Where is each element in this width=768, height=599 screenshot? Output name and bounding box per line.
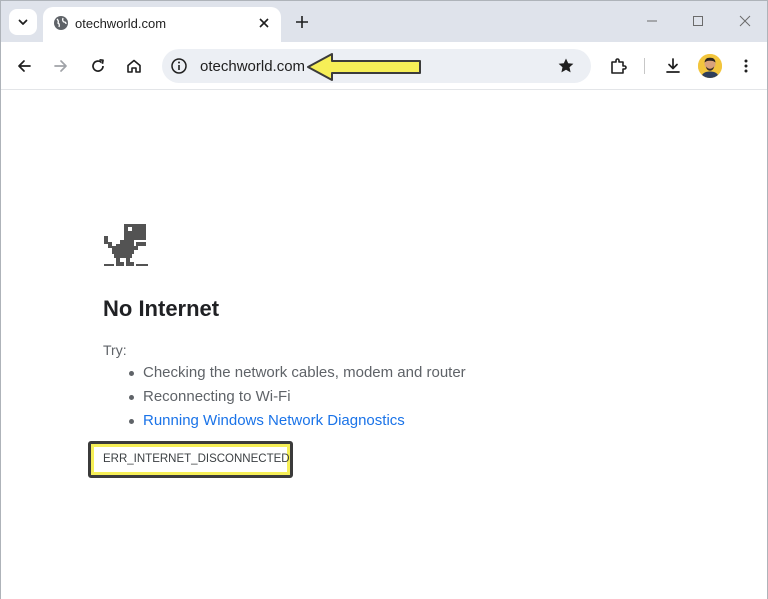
- tab-active[interactable]: otechworld.com: [43, 7, 281, 42]
- suggestions-list: Checking the network cables, modem and r…: [125, 363, 466, 435]
- downloads-button[interactable]: [661, 54, 685, 78]
- reload-icon: [92, 58, 104, 72]
- url-text[interactable]: otechworld.com: [200, 58, 305, 75]
- star-icon[interactable]: [556, 56, 576, 76]
- back-arrow-icon: [18, 60, 31, 72]
- list-item: Checking the network cables, modem and r…: [125, 363, 466, 387]
- error-title: No Internet: [103, 296, 220, 321]
- list-item: Running Windows Network Diagnostics: [125, 411, 466, 435]
- network-diagnostics-link[interactable]: Running Windows Network Diagnostics: [143, 412, 405, 429]
- info-icon[interactable]: [170, 57, 188, 75]
- tab-title: otechworld.com: [75, 16, 167, 31]
- error-code: ERR_INTERNET_DISCONNECTED: [94, 447, 290, 472]
- extensions-button[interactable]: [606, 54, 630, 78]
- maximize-button[interactable]: [688, 11, 708, 31]
- maximize-icon: [693, 16, 703, 26]
- extensions-icon: [611, 58, 627, 74]
- avatar[interactable]: [698, 54, 722, 78]
- more-vert-icon: [744, 59, 748, 73]
- forward-arrow-icon: [54, 60, 67, 72]
- globe-icon: [54, 16, 68, 30]
- window-close-button[interactable]: [735, 11, 755, 31]
- dino-icon: [104, 224, 148, 266]
- error-page: No Internet Try: Checking the network ca…: [1, 91, 767, 599]
- home-button[interactable]: [122, 54, 146, 78]
- reload-button[interactable]: [86, 54, 110, 78]
- close-icon: [259, 18, 269, 28]
- new-tab-button[interactable]: [291, 11, 313, 33]
- menu-button[interactable]: [734, 54, 758, 78]
- tab-search-button[interactable]: [9, 9, 37, 35]
- tab-close-button[interactable]: [255, 14, 273, 32]
- chevron-down-icon: [18, 19, 28, 25]
- profile-picture: [698, 54, 722, 78]
- error-code-highlight: ERR_INTERNET_DISCONNECTED: [88, 441, 293, 478]
- close-icon: [739, 15, 751, 27]
- toolbar-divider: [644, 58, 645, 74]
- try-label: Try:: [103, 342, 127, 358]
- browser-window: otechworld.com otechworld.com No Interne…: [0, 0, 768, 599]
- annotation-arrow-icon: [307, 53, 421, 81]
- back-button[interactable]: [12, 54, 36, 78]
- plus-icon: [296, 16, 308, 28]
- list-item: Reconnecting to Wi-Fi: [125, 387, 466, 411]
- home-icon: [127, 59, 141, 73]
- minimize-icon: [647, 20, 657, 22]
- minimize-button[interactable]: [642, 11, 662, 31]
- forward-button[interactable]: [49, 54, 73, 78]
- tab-strip: otechworld.com: [1, 1, 767, 42]
- download-icon: [666, 58, 680, 73]
